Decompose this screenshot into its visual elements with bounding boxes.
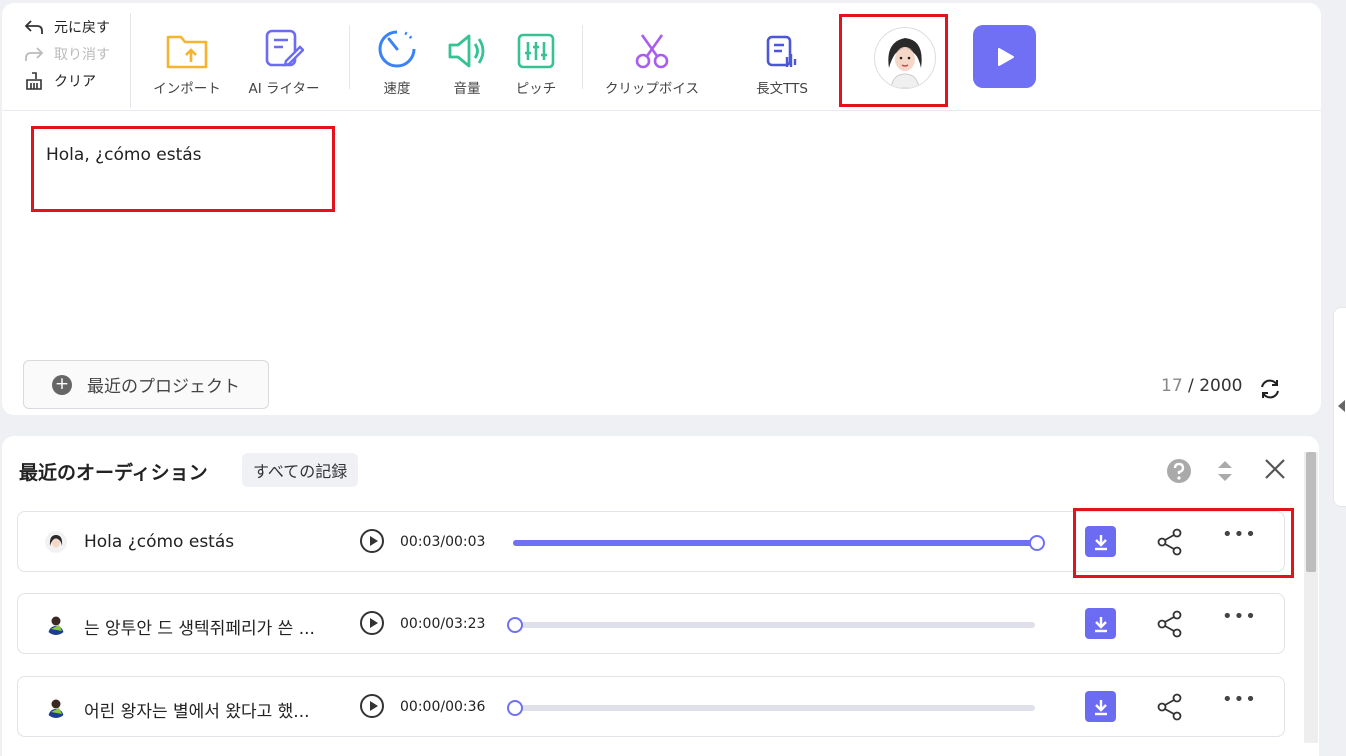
actions-highlight bbox=[1073, 508, 1294, 578]
scissors-icon bbox=[635, 34, 669, 69]
toolbar: 元に戻す 取り消す クリア インポート AI ライター 速度 音量 ピッチ クリ… bbox=[2, 3, 1321, 111]
clear-button[interactable]: クリア bbox=[24, 67, 130, 94]
download-button[interactable] bbox=[1085, 691, 1116, 722]
long-tts-label: 長文TTS bbox=[756, 81, 808, 97]
speedometer-icon bbox=[378, 30, 416, 68]
audition-title: Hola ¿cómo estás bbox=[84, 532, 235, 552]
progress-track[interactable] bbox=[513, 535, 1045, 551]
progress-track[interactable] bbox=[507, 617, 1035, 633]
text-highlight: Hola, ¿cómo estás bbox=[31, 126, 335, 212]
char-separator: / bbox=[1188, 376, 1194, 396]
playback-time: 00:00/03:23 bbox=[400, 616, 486, 632]
ai-writer-button[interactable]: AI ライター bbox=[242, 25, 326, 97]
import-button[interactable]: インポート bbox=[145, 25, 229, 97]
woman-avatar-icon bbox=[888, 38, 922, 88]
refresh-icon[interactable] bbox=[1258, 378, 1282, 400]
scrollbar-thumb[interactable] bbox=[1306, 452, 1316, 572]
chevron-left-icon bbox=[1338, 400, 1345, 412]
redo-icon bbox=[25, 46, 44, 61]
all-records-button[interactable]: すべての記録 bbox=[242, 453, 359, 487]
playback-time: 00:03/00:03 bbox=[400, 534, 486, 550]
recent-projects-button[interactable]: + 最近のプロジェクト bbox=[23, 360, 269, 409]
script-text-input[interactable]: Hola, ¿cómo estás bbox=[46, 145, 202, 165]
voice-avatar-button[interactable] bbox=[874, 27, 936, 89]
clear-label: クリア bbox=[54, 73, 96, 90]
editor-panel: 元に戻す 取り消す クリア インポート AI ライター 速度 音量 ピッチ クリ… bbox=[2, 3, 1321, 415]
import-label: インポート bbox=[153, 81, 221, 97]
redo-label: 取り消す bbox=[54, 46, 110, 63]
ai-writer-label: AI ライター bbox=[248, 81, 320, 97]
ai-writer-icon bbox=[265, 29, 304, 67]
char-count: 17 bbox=[1161, 376, 1183, 396]
progress-track[interactable] bbox=[507, 700, 1035, 716]
playback-time: 00:00/00:36 bbox=[400, 699, 486, 715]
help-icon[interactable] bbox=[1166, 458, 1192, 484]
long-tts-button[interactable]: 長文TTS bbox=[740, 25, 824, 97]
audition-row[interactable]: 는 앙투안 드 생텍쥐페리가 쓴 ... 00:00/03:23 ••• bbox=[17, 593, 1285, 654]
share-icon[interactable] bbox=[1156, 610, 1184, 638]
progress-knob[interactable] bbox=[507, 700, 523, 716]
row-play-icon[interactable] bbox=[360, 611, 384, 635]
download-icon bbox=[1094, 699, 1107, 715]
audition-title: 는 앙투안 드 생텍쥐페리가 쓴 ... bbox=[84, 619, 315, 639]
row-play-icon[interactable] bbox=[360, 529, 384, 553]
redo-button[interactable]: 取り消す bbox=[24, 40, 130, 67]
progress-knob[interactable] bbox=[1029, 535, 1045, 551]
row-play-icon[interactable] bbox=[360, 694, 384, 718]
voice-avatar bbox=[45, 531, 67, 553]
pitch-button[interactable]: ピッチ bbox=[494, 25, 578, 97]
recent-projects-label: 最近のプロジェクト bbox=[87, 377, 240, 397]
folder-upload-icon bbox=[166, 35, 208, 69]
toolbar-divider bbox=[582, 25, 583, 89]
collapse-expand-icon[interactable] bbox=[1216, 458, 1234, 484]
clip-voice-button[interactable]: クリップボイス bbox=[597, 25, 707, 97]
play-icon bbox=[997, 47, 1014, 66]
audition-row[interactable]: 어린 왕자는 별에서 왔다고 했... 00:00/00:36 ••• bbox=[17, 676, 1285, 737]
more-options-icon[interactable]: ••• bbox=[1222, 606, 1257, 627]
download-icon bbox=[1094, 616, 1107, 632]
history-group: 元に戻す 取り消す クリア bbox=[24, 13, 131, 108]
char-limit: 2000 bbox=[1199, 376, 1243, 396]
more-options-icon[interactable]: ••• bbox=[1222, 689, 1257, 710]
voice-avatar-highlight bbox=[839, 14, 948, 107]
voice-avatar bbox=[45, 696, 67, 718]
progress-fill bbox=[513, 540, 1035, 546]
audition-title: 어린 왕자는 별에서 왔다고 했... bbox=[84, 702, 310, 722]
download-button[interactable] bbox=[1085, 608, 1116, 639]
progress-knob[interactable] bbox=[507, 617, 523, 633]
auditions-title: 最近のオーディション bbox=[19, 462, 208, 484]
undo-label: 元に戻す bbox=[54, 19, 110, 36]
long-text-icon bbox=[766, 35, 797, 67]
equalizer-icon bbox=[517, 33, 555, 69]
undo-button[interactable]: 元に戻す bbox=[24, 13, 130, 40]
broom-icon bbox=[26, 71, 42, 90]
side-panel-toggle[interactable] bbox=[1333, 307, 1346, 507]
share-icon[interactable] bbox=[1156, 693, 1184, 721]
speaker-icon bbox=[448, 34, 485, 68]
clip-voice-label: クリップボイス bbox=[604, 81, 700, 97]
plus-circle-icon: + bbox=[52, 374, 72, 395]
pitch-label: ピッチ bbox=[515, 81, 557, 97]
play-button[interactable] bbox=[973, 25, 1036, 88]
character-counter: 17 / 2000 bbox=[1161, 376, 1242, 396]
voice-avatar bbox=[45, 613, 67, 635]
undo-icon bbox=[24, 19, 43, 34]
toolbar-divider bbox=[349, 25, 350, 89]
close-icon[interactable] bbox=[1264, 458, 1286, 480]
